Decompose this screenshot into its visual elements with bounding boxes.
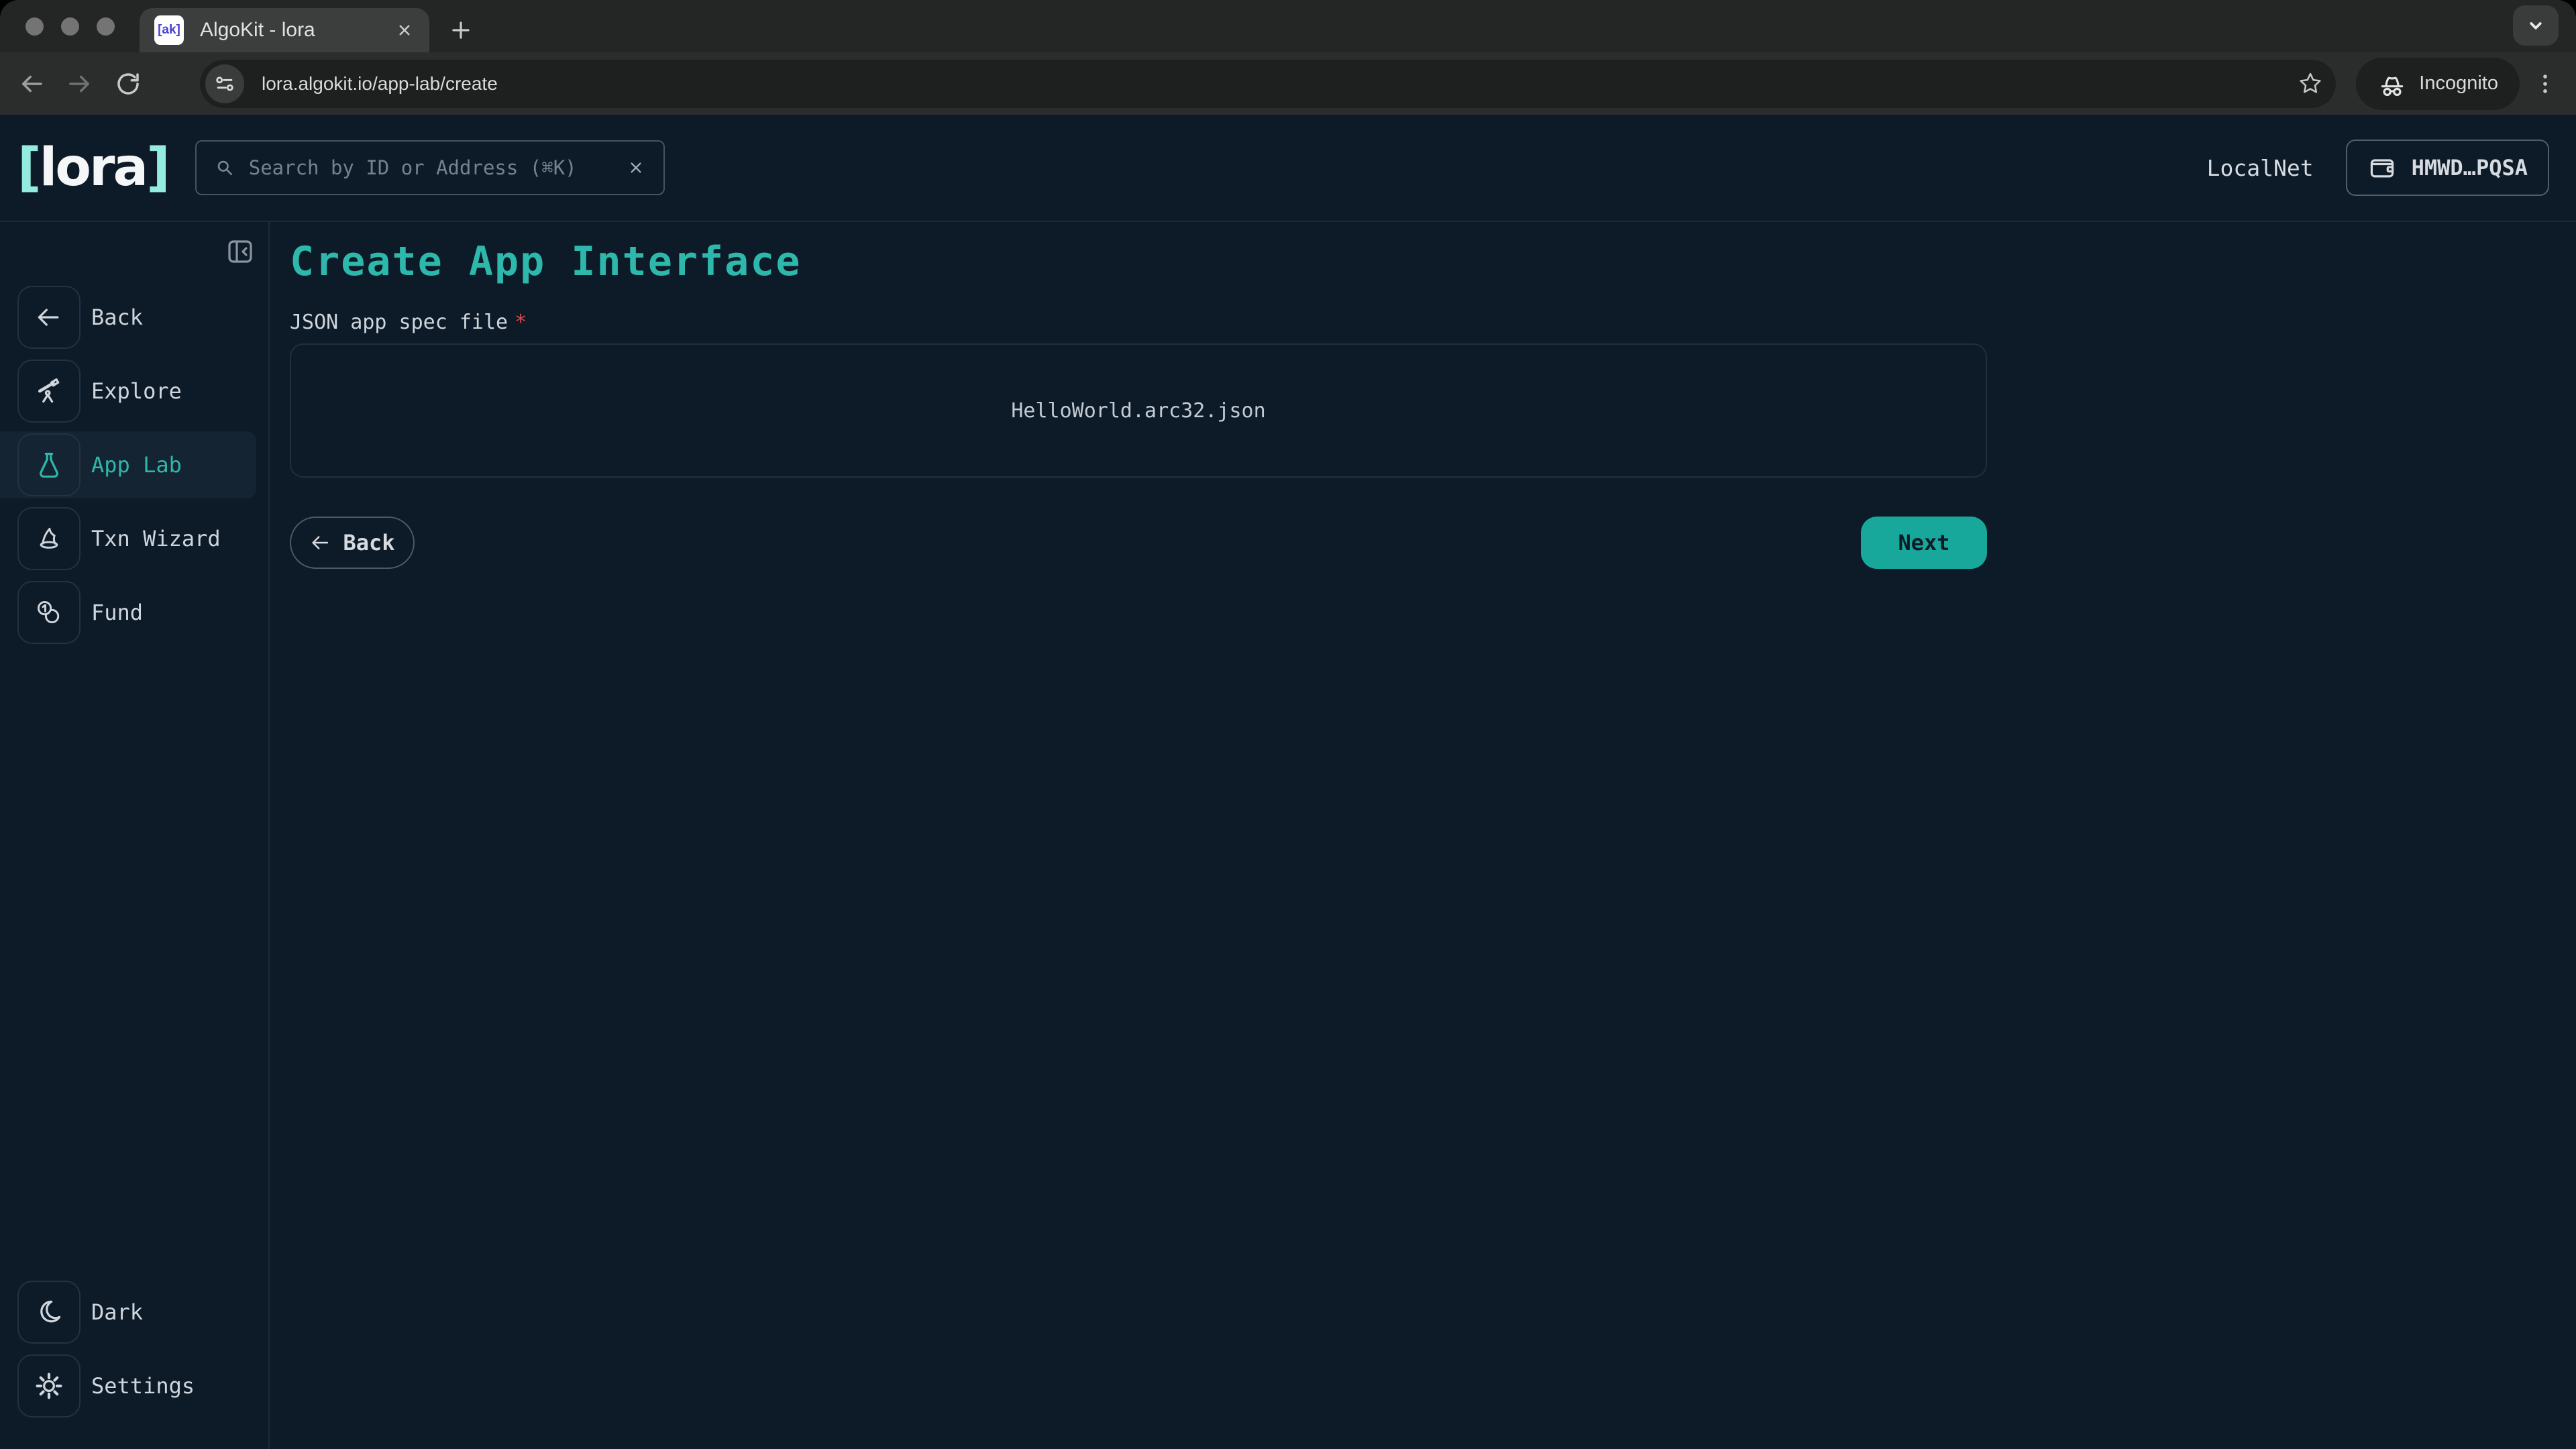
browser-menu-icon[interactable] [2532, 70, 2559, 97]
lora-app: [ lora ] LocalNet HMWD…PQSA [0, 115, 2576, 1449]
forward-nav-icon[interactable] [66, 70, 94, 98]
arrow-left-icon [17, 286, 80, 349]
sidebar-item-back[interactable]: Back [0, 284, 256, 351]
url-text: lora.algokit.io/app-lab/create [262, 73, 2297, 95]
moon-icon [17, 1281, 80, 1344]
gear-icon [17, 1354, 80, 1417]
main-panel: Create App Interface JSON app spec file *… [270, 222, 2576, 1449]
sidebar-item-label: Settings [91, 1373, 195, 1399]
sidebar-item-theme-dark[interactable]: Dark [0, 1279, 256, 1346]
sidebar-item-label: Fund [91, 600, 143, 625]
search-input[interactable] [249, 156, 612, 179]
chevron-down-icon [2524, 13, 2548, 38]
next-button-label: Next [1898, 530, 1949, 555]
sidebar-collapse-icon[interactable] [224, 235, 256, 268]
sidebar-item-label: Back [91, 305, 143, 330]
bookmark-star-icon[interactable] [2297, 70, 2324, 97]
tab-close-icon[interactable] [394, 20, 415, 40]
window-controls[interactable] [25, 17, 115, 36]
header-right: LocalNet HMWD…PQSA [2207, 140, 2549, 196]
wallet-button[interactable]: HMWD…PQSA [2346, 140, 2549, 196]
incognito-badge: Incognito [2356, 58, 2520, 110]
browser-window: [ak] AlgoKit - lora lora.algo [0, 0, 2576, 1449]
page-title: Create App Interface [290, 239, 1987, 284]
wallet-icon [2367, 153, 2397, 182]
site-settings-icon[interactable] [205, 64, 244, 103]
wallet-address-label: HMWD…PQSA [2412, 155, 2528, 180]
new-tab-icon[interactable] [448, 17, 474, 43]
back-button[interactable]: Back [290, 517, 415, 569]
search-bar[interactable] [195, 140, 665, 195]
tab-search-button[interactable] [2513, 5, 2559, 46]
sidebar-item-txn-wizard[interactable]: Txn Wizard [0, 505, 256, 572]
sidebar-item-fund[interactable]: Fund [0, 579, 256, 646]
file-dropzone[interactable]: HelloWorld.arc32.json [290, 343, 1987, 478]
tab-strip: [ak] AlgoKit - lora [0, 0, 2576, 52]
next-button[interactable]: Next [1861, 517, 1987, 569]
sidebar-item-explore[interactable]: Explore [0, 358, 256, 425]
back-button-label: Back [343, 530, 394, 555]
wizard-hat-icon [17, 507, 80, 570]
tab-title: AlgoKit - lora [200, 19, 394, 42]
address-bar[interactable]: lora.algokit.io/app-lab/create [200, 60, 2336, 108]
search-icon [213, 156, 237, 180]
network-label: LocalNet [2207, 155, 2314, 181]
browser-tab[interactable]: [ak] AlgoKit - lora [140, 8, 429, 52]
search-clear-icon[interactable] [625, 156, 647, 179]
sidebar-item-settings[interactable]: Settings [0, 1352, 256, 1419]
incognito-icon [2377, 69, 2407, 99]
favicon-text: [ak] [158, 23, 180, 38]
incognito-label: Incognito [2419, 72, 2498, 95]
sidebar-item-label: App Lab [91, 452, 182, 478]
sidebar-item-label: Dark [91, 1299, 143, 1325]
sidebar-nav: Back Explore App Lab [0, 284, 268, 646]
sidebar-item-app-lab[interactable]: App Lab [0, 431, 256, 498]
logo-right-bracket: ] [146, 138, 168, 198]
reload-icon[interactable] [114, 70, 142, 98]
logo-name: lora [40, 138, 146, 198]
flask-icon [17, 433, 80, 496]
arrow-left-icon [309, 531, 332, 554]
sidebar-item-label: Txn Wizard [91, 526, 221, 551]
coins-icon [17, 581, 80, 644]
back-nav-icon[interactable] [17, 70, 46, 98]
lora-logo[interactable]: [ lora ] [17, 138, 168, 198]
sidebar-footer: Dark Settings [0, 1279, 268, 1426]
sidebar-item-label: Explore [91, 378, 182, 404]
app-header: [ lora ] LocalNet HMWD…PQSA [0, 115, 2576, 222]
sidebar: Back Explore App Lab [0, 222, 270, 1449]
browser-toolbar: lora.algokit.io/app-lab/create Incognito [0, 52, 2576, 115]
required-marker: * [515, 311, 527, 334]
file-field-label: JSON app spec file * [290, 311, 1987, 334]
logo-left-bracket: [ [17, 138, 40, 198]
telescope-icon [17, 360, 80, 423]
file-field-label-text: JSON app spec file [290, 311, 508, 334]
uploaded-file-name: HelloWorld.arc32.json [1011, 399, 1265, 423]
wizard-buttons-row: Back Next [290, 517, 1987, 569]
tab-favicon: [ak] [154, 15, 184, 45]
